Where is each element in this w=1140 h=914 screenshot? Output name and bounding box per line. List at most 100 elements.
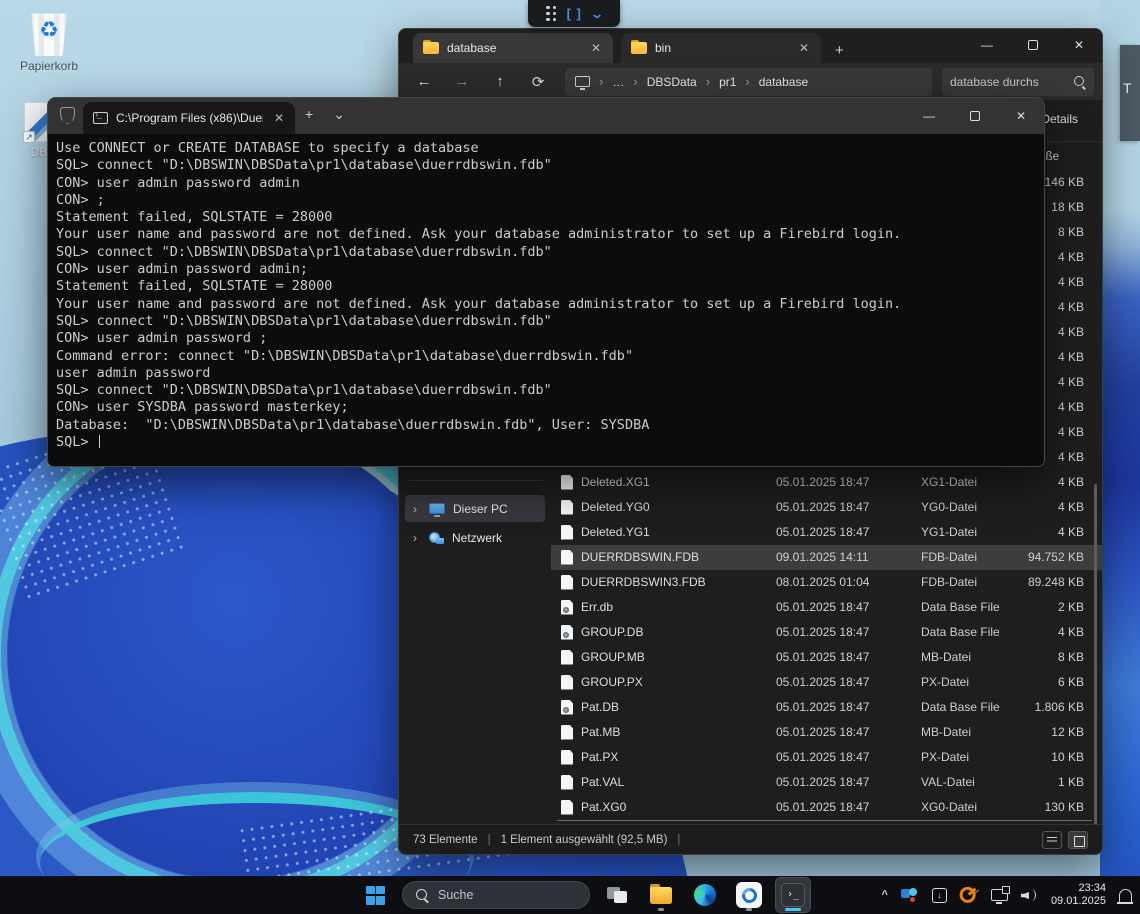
maximize-button[interactable] bbox=[952, 98, 998, 134]
system-tray: ^ ↓ 23:34 09.01.2025 bbox=[882, 876, 1133, 914]
crumb-separator: › bbox=[706, 74, 710, 89]
new-tab-button[interactable]: + bbox=[835, 42, 844, 63]
table-row[interactable]: Pat.VAL 05.01.2025 18:47 VAL-Datei 1 KB bbox=[551, 770, 1102, 795]
table-row[interactable]: DUERRDBSWIN3.FDB 08.01.2025 01:04 FDB-Da… bbox=[551, 570, 1102, 595]
chevron-right-icon[interactable]: › bbox=[413, 531, 421, 545]
close-button[interactable]: ✕ bbox=[1056, 29, 1102, 61]
tray-package-icon[interactable]: ↓ bbox=[932, 888, 947, 903]
close-button[interactable]: ✕ bbox=[998, 98, 1044, 134]
explorer-search-box[interactable]: database durchs bbox=[942, 68, 1094, 96]
offscreen-window-edge[interactable]: T bbox=[1120, 45, 1140, 141]
grid-dots-icon[interactable] bbox=[546, 6, 557, 22]
file-name: Deleted.XG1 bbox=[581, 475, 650, 489]
maximize-button[interactable] bbox=[1010, 29, 1056, 61]
minimize-button[interactable]: — bbox=[964, 29, 1010, 61]
tray-display-icon[interactable] bbox=[991, 889, 1008, 901]
forward-button[interactable]: → bbox=[445, 73, 479, 90]
breadcrumb-ellipsis[interactable]: … bbox=[612, 75, 624, 89]
tab-close-icon[interactable]: ✕ bbox=[271, 111, 287, 125]
notifications-bell-icon[interactable] bbox=[1119, 889, 1132, 902]
file-name: Pat.PX bbox=[581, 750, 618, 764]
explorer-tab-bin[interactable]: bin ✕ bbox=[621, 33, 821, 63]
terminal-button[interactable]: ›_ bbox=[776, 878, 810, 912]
folder-icon bbox=[423, 42, 439, 54]
terminal-cursor bbox=[99, 435, 101, 448]
chevron-down-icon[interactable]: ⌄ bbox=[590, 7, 604, 21]
file-size: 4 KB bbox=[1058, 325, 1084, 339]
terminal-tab-title: C:\Program Files (x86)\Duerr\ bbox=[116, 111, 263, 125]
file-date: 05.01.2025 18:47 bbox=[776, 475, 869, 489]
taskbar: Suche ›_ ^ ↓ 23:34 09.01.2025 bbox=[0, 876, 1140, 914]
details-view-toggle[interactable] bbox=[1042, 831, 1062, 849]
taskbar-search[interactable]: Suche bbox=[402, 881, 590, 909]
file-type: Data Base File bbox=[921, 600, 1000, 614]
search-icon bbox=[415, 888, 429, 902]
table-row[interactable]: Err.db 05.01.2025 18:47 Data Base File 2… bbox=[551, 595, 1102, 620]
taskbar-clock[interactable]: 23:34 09.01.2025 bbox=[1051, 882, 1106, 908]
file-type: XG1-Datei bbox=[921, 475, 977, 489]
table-row[interactable]: DUERRDBSWIN.FDB 09.01.2025 14:11 FDB-Dat… bbox=[551, 545, 1102, 570]
table-row[interactable]: GROUP.MB 05.01.2025 18:47 MB-Datei 8 KB bbox=[551, 645, 1102, 670]
fullscreen-brackets-icon[interactable]: [ ] bbox=[567, 6, 582, 21]
tab-close-icon[interactable]: ✕ bbox=[795, 41, 813, 55]
table-row[interactable]: GROUP.DB 05.01.2025 18:47 Data Base File… bbox=[551, 620, 1102, 645]
file-date: 05.01.2025 18:47 bbox=[776, 775, 869, 789]
file-type: XG0-Datei bbox=[921, 800, 977, 814]
tray-volume-icon[interactable] bbox=[1021, 888, 1038, 902]
terminal-line: Database: "D:\DBSWIN\DBSData\pr1\databas… bbox=[56, 417, 1044, 434]
tab-dropdown-button[interactable]: ⌄ bbox=[323, 98, 355, 134]
table-row[interactable]: Deleted.YG0 05.01.2025 18:47 YG0-Datei 4… bbox=[551, 495, 1102, 520]
minimize-button[interactable]: — bbox=[906, 98, 952, 134]
table-row[interactable]: Deleted.YG1 05.01.2025 18:47 YG1-Datei 4… bbox=[551, 520, 1102, 545]
tray-overflow-chevron-icon[interactable]: ^ bbox=[882, 889, 888, 901]
edge-button[interactable] bbox=[688, 878, 722, 912]
terminal-output[interactable]: Use CONNECT or CREATE DATABASE to specif… bbox=[48, 134, 1044, 451]
table-row[interactable]: Pat.PX 05.01.2025 18:47 PX-Datei 10 KB bbox=[551, 745, 1102, 770]
file-type: YG0-Datei bbox=[921, 500, 977, 514]
sidebar-item-dieser-pc[interactable]: › Dieser PC bbox=[405, 495, 545, 522]
terminal-title-bar: C:\Program Files (x86)\Duerr\ ✕ + ⌄ — ✕ bbox=[48, 98, 1044, 134]
new-tab-button[interactable]: + bbox=[295, 98, 323, 134]
terminal-tab[interactable]: C:\Program Files (x86)\Duerr\ ✕ bbox=[83, 102, 295, 134]
chevron-right-icon[interactable]: › bbox=[413, 502, 421, 516]
table-row[interactable]: Deleted.XG1 05.01.2025 18:47 XG1-Datei 4… bbox=[551, 470, 1102, 495]
file-icon bbox=[561, 650, 573, 665]
breadcrumb-item[interactable]: database bbox=[759, 75, 808, 89]
table-row[interactable]: Pat.MB 05.01.2025 18:47 MB-Datei 12 KB bbox=[551, 720, 1102, 745]
table-row[interactable]: Pat.XG0 05.01.2025 18:47 XG0-Datei 130 K… bbox=[551, 795, 1102, 820]
tab-close-icon[interactable]: ✕ bbox=[587, 41, 605, 55]
remote-control-toolbar[interactable]: [ ] ⌄ bbox=[528, 0, 620, 27]
terminal-line: SQL> connect "D:\DBSWIN\DBSData\pr1\data… bbox=[56, 313, 1044, 330]
folder-icon bbox=[650, 887, 672, 904]
file-icon bbox=[561, 700, 573, 715]
file-explorer-button[interactable] bbox=[644, 878, 678, 912]
table-row[interactable]: GROUP.PX 05.01.2025 18:47 PX-Datei 6 KB bbox=[551, 670, 1102, 695]
icons-view-toggle[interactable] bbox=[1068, 831, 1088, 849]
explorer-tab-database[interactable]: database ✕ bbox=[413, 33, 613, 63]
breadcrumb-item[interactable]: pr1 › bbox=[719, 74, 750, 89]
file-date: 05.01.2025 18:47 bbox=[776, 725, 869, 739]
breadcrumb-item[interactable]: DBSData › bbox=[647, 74, 710, 89]
explorer-status-bar: 73 Elemente | 1 Element ausgewählt (92,5… bbox=[399, 824, 1102, 854]
vertical-scrollbar[interactable] bbox=[1094, 484, 1097, 824]
file-date: 05.01.2025 18:47 bbox=[776, 650, 869, 664]
file-size: 130 KB bbox=[1045, 800, 1084, 814]
up-button[interactable]: ↑ bbox=[483, 73, 517, 90]
back-button[interactable]: ← bbox=[407, 73, 441, 90]
sidebar-item-netzwerk[interactable]: › Netzwerk bbox=[405, 524, 545, 551]
edge-icon bbox=[694, 884, 716, 906]
refresh-button[interactable]: ⟳ bbox=[521, 73, 555, 91]
file-date: 05.01.2025 18:47 bbox=[776, 625, 869, 639]
tray-firebird-key-icon[interactable] bbox=[956, 882, 981, 907]
table-row[interactable]: Pat.DB 05.01.2025 18:47 Data Base File 1… bbox=[551, 695, 1102, 720]
start-button[interactable] bbox=[358, 878, 392, 912]
sync-app-button[interactable] bbox=[732, 878, 766, 912]
terminal-line: Statement failed, SQLSTATE = 28000 bbox=[56, 278, 1044, 295]
terminal-line: Use CONNECT or CREATE DATABASE to specif… bbox=[56, 140, 1044, 157]
task-view-button[interactable] bbox=[600, 878, 634, 912]
breadcrumb-bar[interactable]: › … › DBSData › pr1 › database bbox=[565, 68, 932, 96]
file-type: VAL-Datei bbox=[921, 775, 975, 789]
tray-app-icon[interactable] bbox=[901, 888, 919, 902]
sync-app-icon bbox=[736, 882, 762, 908]
desktop-icon-recycle-bin[interactable]: ♻ Papierkorb bbox=[10, 12, 88, 73]
